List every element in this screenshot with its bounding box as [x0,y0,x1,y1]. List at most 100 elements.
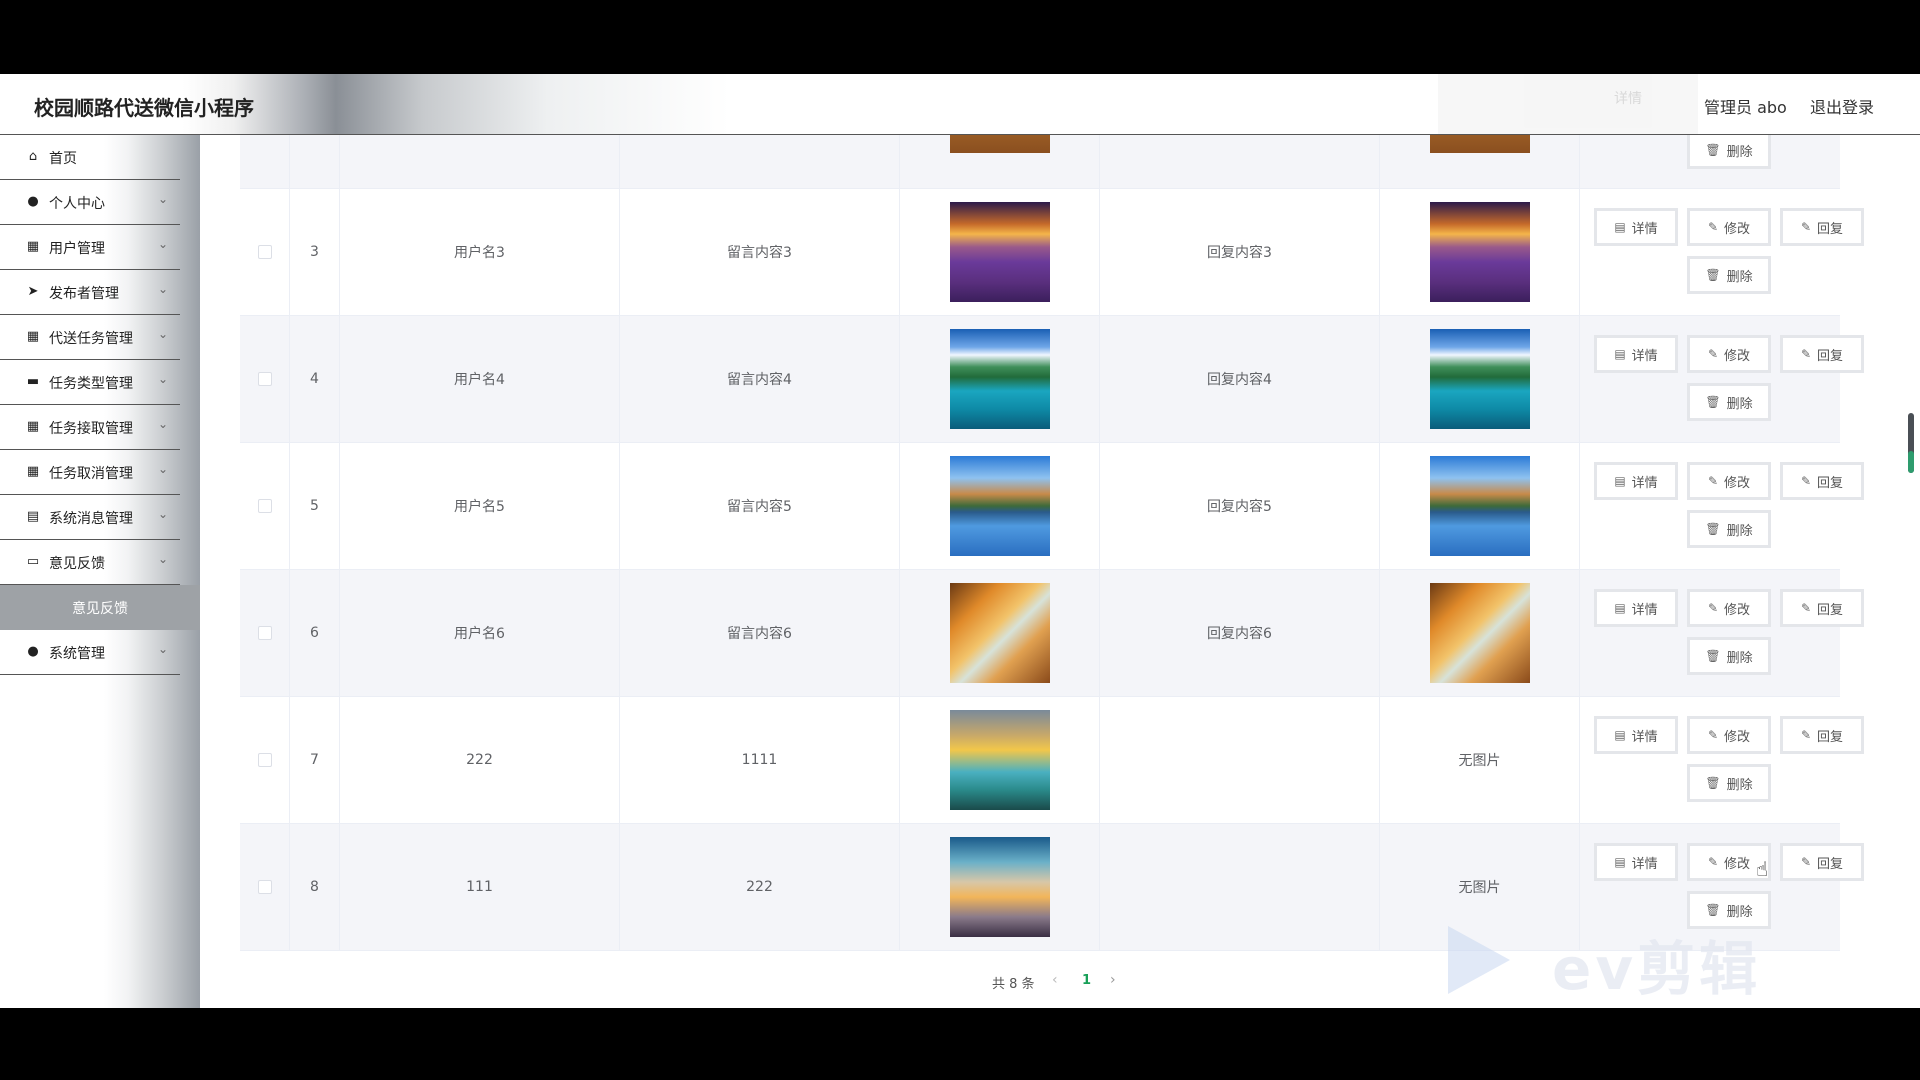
edit-button-label: 修改 [1724,221,1751,237]
reply-button-label: 回复 [1817,348,1844,364]
reply-image[interactable] [1429,329,1530,429]
chevron-down-icon: ⌄ [158,192,169,206]
checkbox-cell [240,570,290,696]
index-cell: 6 [290,570,340,696]
sidebar-item[interactable]: ▤ 系统消息管理 ⌄ [0,495,180,540]
logout-link[interactable]: 退出登录 [1810,94,1874,118]
chevron-down-icon: ⌄ [158,507,169,521]
reply-image[interactable] [1430,135,1530,153]
index-cell: 3 [290,189,340,315]
sidebar-item[interactable]: ➤ 发布者管理 ⌄ [0,270,180,315]
no-image-text: 无图片 [1458,753,1501,769]
feedback-image[interactable] [949,202,1050,302]
username-cell: 222 [340,697,620,823]
row-checkbox[interactable] [257,245,272,259]
row-checkbox[interactable] [257,753,272,767]
detail-button[interactable]: ▤ 详情 [1594,843,1678,881]
delete-button[interactable]: 🗑 删除 [1687,637,1771,675]
document-icon: ▤ [1614,474,1626,488]
edit-button-label: 修改 [1724,475,1751,491]
image-cell [900,824,1100,950]
username-cell: 用户名5 [340,443,620,569]
feedback-image[interactable] [950,135,1050,153]
reply-button[interactable]: ✎ 回复 [1780,589,1864,627]
delete-button[interactable]: 🗑 删除 [1687,135,1771,169]
feedback-image[interactable] [949,456,1050,556]
edit-button[interactable]: ✎ 修改 [1687,462,1771,500]
sidebar-subitem-feedback[interactable]: 意见反馈 [0,585,200,630]
chevron-down-icon: ⌄ [158,327,169,341]
delete-button[interactable]: 🗑 删除 [1687,764,1771,802]
sidebar-item[interactable]: ▦ 任务接取管理 ⌄ [0,405,180,450]
app-title: 校园顺路代送微信小程序 [34,96,254,120]
edit-button[interactable]: ✎ 修改 [1687,716,1771,754]
detail-button[interactable]: ▤ 详情 [1594,208,1678,246]
reply-button[interactable]: ✎ 回复 [1780,843,1864,881]
checkbox-cell [240,697,290,823]
pencil-icon: ✎ [1800,220,1812,234]
detail-button[interactable]: ▤ 详情 [1594,335,1678,373]
delete-button[interactable]: 🗑 删除 [1687,383,1771,421]
image-cell [900,135,1100,188]
edit-button[interactable]: ✎ 修改 [1687,208,1771,246]
prev-page-icon[interactable]: ‹ [1052,972,1058,988]
sidebar-item-label: 个人中心 [49,196,105,212]
feedback-image[interactable] [949,583,1050,683]
pencil-icon: ✎ [1707,220,1719,234]
reply-button[interactable]: ✎ 回复 [1780,208,1864,246]
pencil-icon: ✎ [1707,855,1719,869]
sidebar-item[interactable]: ▦ 任务取消管理 ⌄ [0,450,180,495]
reply-image[interactable] [1429,583,1530,683]
reply-button-label: 回复 [1817,221,1844,237]
delete-button-label: 删除 [1726,269,1753,285]
reply-button[interactable]: ✎ 回复 [1780,716,1864,754]
delete-button[interactable]: 🗑 删除 [1687,510,1771,548]
sidebar-item[interactable]: ● 个人中心 ⌄ [0,180,180,225]
image-cell [900,570,1100,696]
row-checkbox[interactable] [257,372,272,386]
reply-image[interactable] [1429,202,1530,302]
table-row-partial: 🗑 删除 [240,135,1840,189]
feedback-image[interactable] [949,329,1050,429]
sidebar-item[interactable]: ▭ 意见反馈 ⌄ [0,540,180,585]
sidebar-item[interactable]: ⌂ 首页 [0,135,180,180]
edit-button[interactable]: ✎ 修改 [1687,589,1771,627]
reply-cell: 回复内容6 [1100,570,1380,696]
document-icon: ▤ [1614,601,1626,615]
document-icon: ▤ [1614,220,1626,234]
document-icon: ▤ [1614,728,1626,742]
vertical-scrollbar[interactable] [1900,135,1920,1008]
table-row: 3 用户名3 留言内容3 回复内容3 ▤ 详情 ✎ 修改 ✎ 回复 🗑 删除 [240,189,1864,316]
feedback-image[interactable] [949,837,1050,937]
reply-cell [1100,697,1380,823]
sidebar-item[interactable]: ▦ 代送任务管理 ⌄ [0,315,180,360]
sidebar-item[interactable]: ● 系统管理 ⌄ [0,630,180,675]
user-icon: ● [27,194,39,209]
home-icon: ⌂ [28,149,38,164]
row-checkbox[interactable] [257,626,272,640]
reply-button-label: 回复 [1817,729,1844,745]
page-number-current[interactable]: 1 [1082,973,1091,988]
sidebar-item[interactable]: ▦ 用户管理 ⌄ [0,225,180,270]
feedback-image[interactable] [949,710,1050,810]
delete-button-label: 删除 [1726,396,1753,412]
reply-button[interactable]: ✎ 回复 [1780,462,1864,500]
row-checkbox[interactable] [257,880,272,894]
pencil-icon: ✎ [1707,728,1719,742]
trash-icon: 🗑 [1705,649,1721,663]
edit-button[interactable]: ✎ 修改 [1687,335,1771,373]
message-cell: 留言内容3 [620,189,900,315]
detail-button[interactable]: ▤ 详情 [1594,462,1678,500]
detail-button[interactable]: ▤ 详情 [1594,716,1678,754]
grid-icon: ▦ [26,329,40,344]
sidebar-item-label: 任务类型管理 [49,376,133,392]
reply-image-cell [1380,443,1580,569]
delete-button[interactable]: 🗑 删除 [1687,256,1771,294]
sidebar-item[interactable]: ▬ 任务类型管理 ⌄ [0,360,180,405]
reply-image[interactable] [1429,456,1530,556]
admin-label: 管理员 abo [1704,98,1787,117]
reply-button[interactable]: ✎ 回复 [1780,335,1864,373]
detail-button[interactable]: ▤ 详情 [1594,589,1678,627]
next-page-icon[interactable]: › [1110,972,1116,988]
row-checkbox[interactable] [257,499,272,513]
